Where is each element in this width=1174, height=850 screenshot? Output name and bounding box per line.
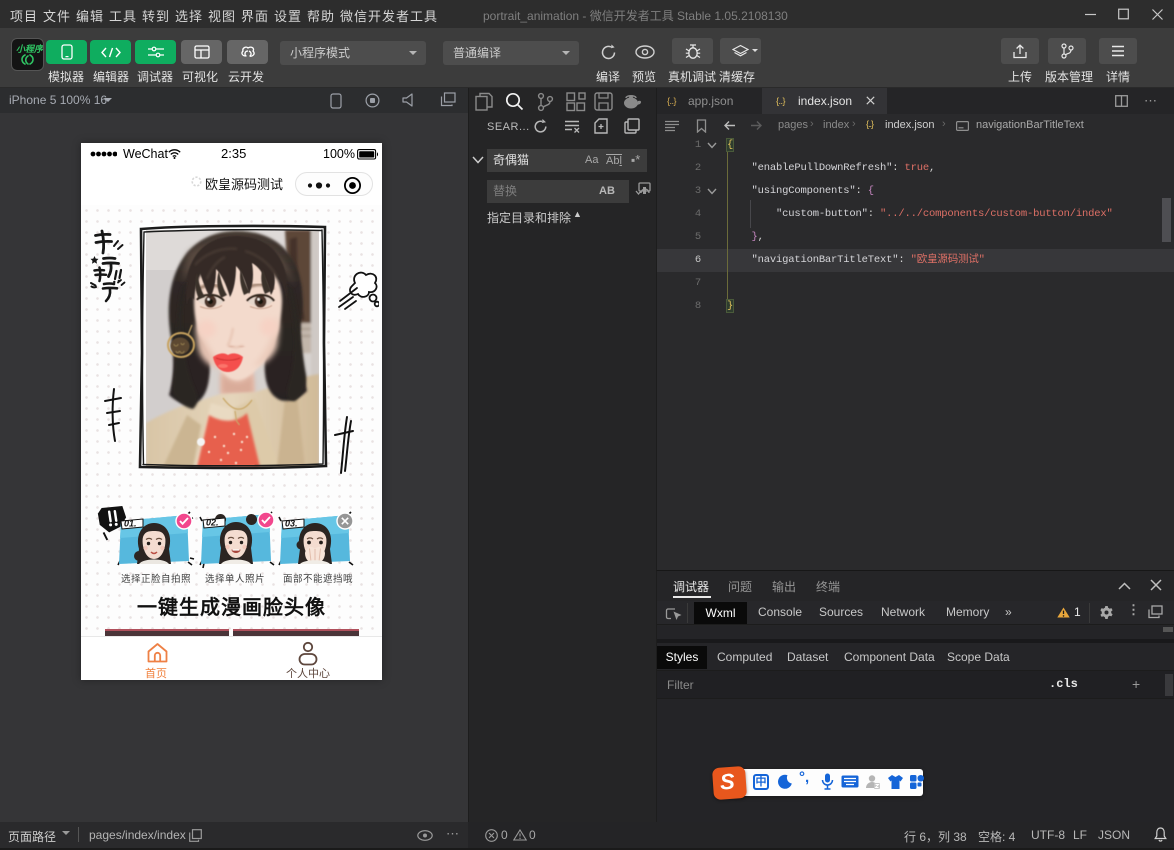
- svg-text:02.: 02.: [206, 518, 219, 528]
- svg-text:01.: 01.: [124, 519, 137, 529]
- svg-text:03.: 03.: [285, 519, 298, 529]
